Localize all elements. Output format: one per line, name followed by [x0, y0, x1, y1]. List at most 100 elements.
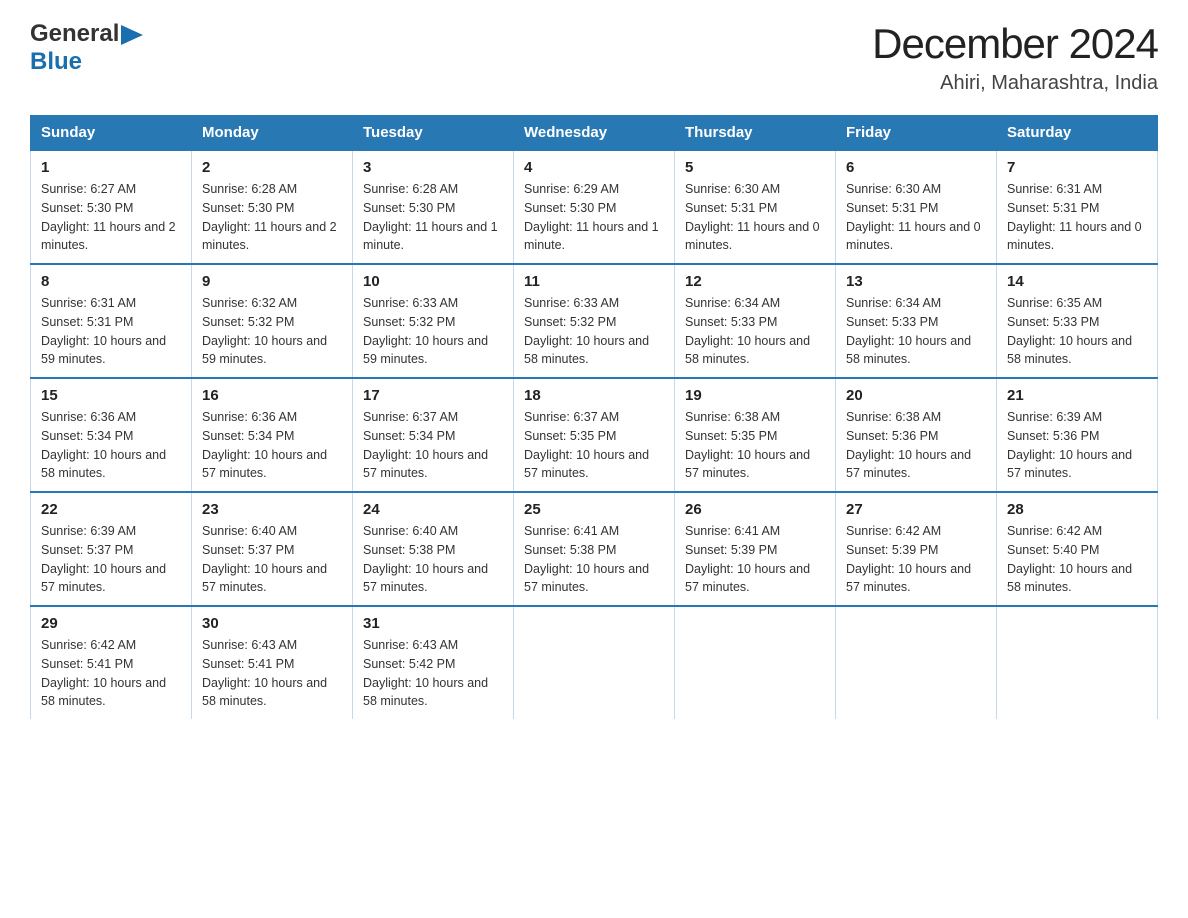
calendar-cell — [514, 606, 675, 719]
day-number: 19 — [685, 387, 825, 404]
day-info: Sunrise: 6:34 AM Sunset: 5:33 PM Dayligh… — [846, 294, 986, 369]
calendar-cell: 14 Sunrise: 6:35 AM Sunset: 5:33 PM Dayl… — [997, 264, 1158, 378]
day-number: 26 — [685, 501, 825, 518]
calendar-cell: 31 Sunrise: 6:43 AM Sunset: 5:42 PM Dayl… — [353, 606, 514, 719]
day-info: Sunrise: 6:35 AM Sunset: 5:33 PM Dayligh… — [1007, 294, 1147, 369]
calendar-cell — [997, 606, 1158, 719]
day-info: Sunrise: 6:42 AM Sunset: 5:39 PM Dayligh… — [846, 522, 986, 597]
calendar-week-row: 15 Sunrise: 6:36 AM Sunset: 5:34 PM Dayl… — [31, 378, 1158, 492]
calendar-cell: 16 Sunrise: 6:36 AM Sunset: 5:34 PM Dayl… — [192, 378, 353, 492]
logo: General Blue — [30, 20, 143, 76]
header-tuesday: Tuesday — [353, 116, 514, 151]
day-number: 16 — [202, 387, 342, 404]
header-thursday: Thursday — [675, 116, 836, 151]
day-number: 6 — [846, 159, 986, 176]
day-number: 28 — [1007, 501, 1147, 518]
day-info: Sunrise: 6:37 AM Sunset: 5:34 PM Dayligh… — [363, 408, 503, 483]
day-info: Sunrise: 6:42 AM Sunset: 5:40 PM Dayligh… — [1007, 522, 1147, 597]
weekday-header-row: Sunday Monday Tuesday Wednesday Thursday… — [31, 116, 1158, 151]
calendar-cell: 22 Sunrise: 6:39 AM Sunset: 5:37 PM Dayl… — [31, 492, 192, 606]
calendar-cell: 23 Sunrise: 6:40 AM Sunset: 5:37 PM Dayl… — [192, 492, 353, 606]
day-info: Sunrise: 6:30 AM Sunset: 5:31 PM Dayligh… — [846, 180, 986, 255]
day-info: Sunrise: 6:31 AM Sunset: 5:31 PM Dayligh… — [1007, 180, 1147, 255]
header-friday: Friday — [836, 116, 997, 151]
calendar-cell: 12 Sunrise: 6:34 AM Sunset: 5:33 PM Dayl… — [675, 264, 836, 378]
day-number: 8 — [41, 273, 181, 290]
day-number: 15 — [41, 387, 181, 404]
day-number: 17 — [363, 387, 503, 404]
day-info: Sunrise: 6:33 AM Sunset: 5:32 PM Dayligh… — [524, 294, 664, 369]
day-number: 2 — [202, 159, 342, 176]
day-number: 18 — [524, 387, 664, 404]
day-number: 14 — [1007, 273, 1147, 290]
logo-general-text: General — [30, 20, 119, 48]
calendar-cell: 18 Sunrise: 6:37 AM Sunset: 5:35 PM Dayl… — [514, 378, 675, 492]
location-title: Ahiri, Maharashtra, India — [872, 72, 1158, 95]
day-number: 25 — [524, 501, 664, 518]
day-info: Sunrise: 6:41 AM Sunset: 5:38 PM Dayligh… — [524, 522, 664, 597]
logo-triangle-icon — [121, 25, 143, 45]
calendar-title-area: December 2024 Ahiri, Maharashtra, India — [872, 20, 1158, 95]
day-info: Sunrise: 6:38 AM Sunset: 5:36 PM Dayligh… — [846, 408, 986, 483]
calendar-cell: 4 Sunrise: 6:29 AM Sunset: 5:30 PM Dayli… — [514, 150, 675, 264]
calendar-week-row: 1 Sunrise: 6:27 AM Sunset: 5:30 PM Dayli… — [31, 150, 1158, 264]
day-number: 11 — [524, 273, 664, 290]
calendar-week-row: 8 Sunrise: 6:31 AM Sunset: 5:31 PM Dayli… — [31, 264, 1158, 378]
calendar-cell: 9 Sunrise: 6:32 AM Sunset: 5:32 PM Dayli… — [192, 264, 353, 378]
day-info: Sunrise: 6:32 AM Sunset: 5:32 PM Dayligh… — [202, 294, 342, 369]
calendar-cell: 3 Sunrise: 6:28 AM Sunset: 5:30 PM Dayli… — [353, 150, 514, 264]
calendar-cell: 19 Sunrise: 6:38 AM Sunset: 5:35 PM Dayl… — [675, 378, 836, 492]
day-info: Sunrise: 6:33 AM Sunset: 5:32 PM Dayligh… — [363, 294, 503, 369]
calendar-cell: 11 Sunrise: 6:33 AM Sunset: 5:32 PM Dayl… — [514, 264, 675, 378]
day-info: Sunrise: 6:43 AM Sunset: 5:42 PM Dayligh… — [363, 636, 503, 711]
calendar-cell — [836, 606, 997, 719]
day-info: Sunrise: 6:41 AM Sunset: 5:39 PM Dayligh… — [685, 522, 825, 597]
day-info: Sunrise: 6:42 AM Sunset: 5:41 PM Dayligh… — [41, 636, 181, 711]
day-info: Sunrise: 6:30 AM Sunset: 5:31 PM Dayligh… — [685, 180, 825, 255]
day-number: 23 — [202, 501, 342, 518]
day-number: 10 — [363, 273, 503, 290]
calendar-cell: 24 Sunrise: 6:40 AM Sunset: 5:38 PM Dayl… — [353, 492, 514, 606]
day-info: Sunrise: 6:39 AM Sunset: 5:36 PM Dayligh… — [1007, 408, 1147, 483]
calendar-cell: 29 Sunrise: 6:42 AM Sunset: 5:41 PM Dayl… — [31, 606, 192, 719]
calendar-cell: 1 Sunrise: 6:27 AM Sunset: 5:30 PM Dayli… — [31, 150, 192, 264]
day-number: 4 — [524, 159, 664, 176]
calendar-cell — [675, 606, 836, 719]
calendar-cell: 8 Sunrise: 6:31 AM Sunset: 5:31 PM Dayli… — [31, 264, 192, 378]
day-info: Sunrise: 6:36 AM Sunset: 5:34 PM Dayligh… — [202, 408, 342, 483]
day-number: 13 — [846, 273, 986, 290]
day-info: Sunrise: 6:37 AM Sunset: 5:35 PM Dayligh… — [524, 408, 664, 483]
logo-blue-text: Blue — [30, 48, 82, 75]
calendar-cell: 27 Sunrise: 6:42 AM Sunset: 5:39 PM Dayl… — [836, 492, 997, 606]
calendar-cell: 10 Sunrise: 6:33 AM Sunset: 5:32 PM Dayl… — [353, 264, 514, 378]
day-info: Sunrise: 6:40 AM Sunset: 5:37 PM Dayligh… — [202, 522, 342, 597]
day-info: Sunrise: 6:43 AM Sunset: 5:41 PM Dayligh… — [202, 636, 342, 711]
calendar-cell: 6 Sunrise: 6:30 AM Sunset: 5:31 PM Dayli… — [836, 150, 997, 264]
day-info: Sunrise: 6:27 AM Sunset: 5:30 PM Dayligh… — [41, 180, 181, 255]
day-number: 3 — [363, 159, 503, 176]
calendar-cell: 5 Sunrise: 6:30 AM Sunset: 5:31 PM Dayli… — [675, 150, 836, 264]
day-number: 12 — [685, 273, 825, 290]
day-number: 27 — [846, 501, 986, 518]
page-header: General Blue December 2024 Ahiri, Mahara… — [30, 20, 1158, 95]
day-number: 7 — [1007, 159, 1147, 176]
day-info: Sunrise: 6:34 AM Sunset: 5:33 PM Dayligh… — [685, 294, 825, 369]
calendar-cell: 2 Sunrise: 6:28 AM Sunset: 5:30 PM Dayli… — [192, 150, 353, 264]
day-info: Sunrise: 6:29 AM Sunset: 5:30 PM Dayligh… — [524, 180, 664, 255]
day-info: Sunrise: 6:31 AM Sunset: 5:31 PM Dayligh… — [41, 294, 181, 369]
calendar-week-row: 29 Sunrise: 6:42 AM Sunset: 5:41 PM Dayl… — [31, 606, 1158, 719]
day-info: Sunrise: 6:38 AM Sunset: 5:35 PM Dayligh… — [685, 408, 825, 483]
calendar-cell: 7 Sunrise: 6:31 AM Sunset: 5:31 PM Dayli… — [997, 150, 1158, 264]
day-number: 24 — [363, 501, 503, 518]
calendar-cell: 25 Sunrise: 6:41 AM Sunset: 5:38 PM Dayl… — [514, 492, 675, 606]
day-number: 31 — [363, 615, 503, 632]
month-title: December 2024 — [872, 20, 1158, 68]
day-info: Sunrise: 6:28 AM Sunset: 5:30 PM Dayligh… — [202, 180, 342, 255]
day-info: Sunrise: 6:36 AM Sunset: 5:34 PM Dayligh… — [41, 408, 181, 483]
calendar-table: Sunday Monday Tuesday Wednesday Thursday… — [30, 115, 1158, 719]
calendar-cell: 30 Sunrise: 6:43 AM Sunset: 5:41 PM Dayl… — [192, 606, 353, 719]
header-monday: Monday — [192, 116, 353, 151]
calendar-cell: 28 Sunrise: 6:42 AM Sunset: 5:40 PM Dayl… — [997, 492, 1158, 606]
calendar-cell: 20 Sunrise: 6:38 AM Sunset: 5:36 PM Dayl… — [836, 378, 997, 492]
header-saturday: Saturday — [997, 116, 1158, 151]
